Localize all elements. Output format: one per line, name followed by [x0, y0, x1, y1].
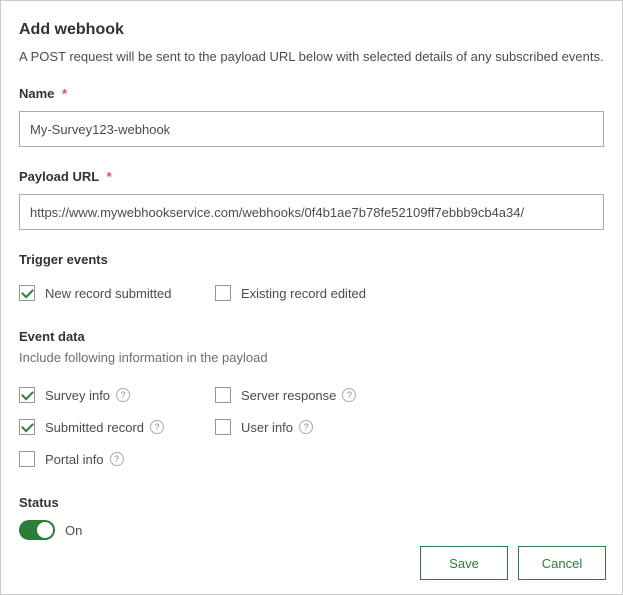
trigger-events-heading: Trigger events [19, 252, 604, 267]
event-server-response: Server response ? [215, 379, 411, 411]
name-label-text: Name [19, 86, 54, 101]
event-survey-info: Survey info ? [19, 379, 215, 411]
event-survey-info-checkbox[interactable] [19, 387, 35, 403]
event-submitted-record: Submitted record ? [19, 411, 215, 443]
modal-footer: Save Cancel [420, 546, 606, 580]
help-icon[interactable]: ? [150, 420, 164, 434]
event-server-response-label[interactable]: Server response [241, 388, 336, 403]
save-button[interactable]: Save [420, 546, 508, 580]
event-user-info-checkbox[interactable] [215, 419, 231, 435]
trigger-existing-record: Existing record edited [215, 277, 411, 309]
trigger-new-record-label[interactable]: New record submitted [45, 286, 171, 301]
modal-description: A POST request will be sent to the paylo… [19, 49, 604, 64]
toggle-knob [37, 522, 53, 538]
trigger-new-record: New record submitted [19, 277, 215, 309]
trigger-events-row: New record submitted Existing record edi… [19, 277, 604, 309]
status-toggle-label: On [65, 523, 82, 538]
trigger-existing-record-label[interactable]: Existing record edited [241, 286, 366, 301]
add-webhook-modal: Add webhook A POST request will be sent … [0, 0, 623, 595]
event-submitted-record-label[interactable]: Submitted record [45, 420, 144, 435]
help-icon[interactable]: ? [299, 420, 313, 434]
status-heading: Status [19, 495, 604, 510]
status-row: On [19, 520, 604, 540]
name-input[interactable] [19, 111, 604, 147]
trigger-new-record-checkbox[interactable] [19, 285, 35, 301]
name-label: Name * [19, 86, 604, 101]
event-portal-info: Portal info ? [19, 443, 215, 475]
event-portal-info-checkbox[interactable] [19, 451, 35, 467]
trigger-existing-record-checkbox[interactable] [215, 285, 231, 301]
modal-title: Add webhook [19, 21, 604, 39]
event-data-heading: Event data [19, 329, 604, 344]
event-submitted-record-checkbox[interactable] [19, 419, 35, 435]
help-icon[interactable]: ? [342, 388, 356, 402]
help-icon[interactable]: ? [116, 388, 130, 402]
payload-url-label: Payload URL * [19, 169, 604, 184]
event-server-response-checkbox[interactable] [215, 387, 231, 403]
required-icon: * [62, 86, 67, 101]
event-user-info-label[interactable]: User info [241, 420, 293, 435]
required-icon: * [107, 169, 112, 184]
help-icon[interactable]: ? [110, 452, 124, 466]
cancel-button[interactable]: Cancel [518, 546, 606, 580]
event-portal-info-label[interactable]: Portal info [45, 452, 104, 467]
payload-url-label-text: Payload URL [19, 169, 99, 184]
event-data-subheading: Include following information in the pay… [19, 350, 604, 365]
event-user-info: User info ? [215, 411, 411, 443]
event-survey-info-label[interactable]: Survey info [45, 388, 110, 403]
payload-url-input[interactable] [19, 194, 604, 230]
event-data-row: Survey info ? Server response ? Submitte… [19, 379, 604, 475]
status-toggle[interactable] [19, 520, 55, 540]
